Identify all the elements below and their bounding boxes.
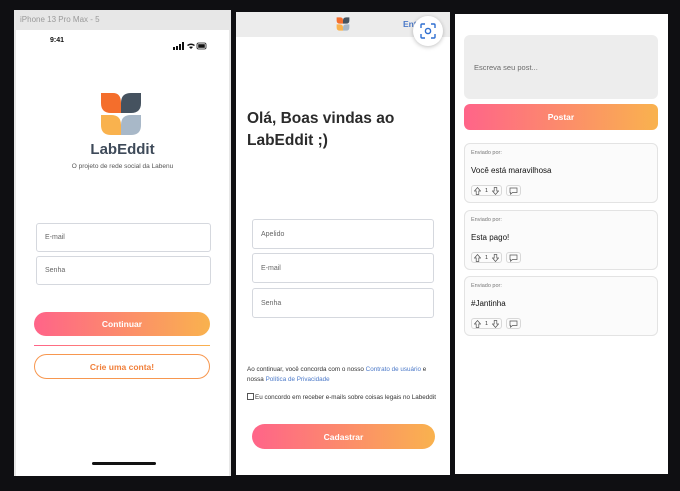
arrow-up-icon[interactable] [474,319,481,328]
consent-label: Eu concordo em receber e-mails sobre coi… [255,394,436,401]
arrow-up-icon[interactable] [474,186,481,195]
post-input[interactable]: Escreva seu post... [464,35,658,99]
scan-button[interactable] [413,16,443,46]
comment-icon [509,254,518,262]
post-actions: 1 [471,318,522,330]
login-screen: 9:41 LabEddit O projeto de rede social d… [16,30,229,476]
register-button[interactable]: Cadastrar [252,424,435,449]
post-content: #Jantinha [471,299,506,308]
login-frame: iPhone 13 Pro Max - 5 9:41 LabEddit O pr… [14,10,231,476]
post-card: Enviado por: #Jantinha 1 [464,276,658,336]
post-author: Enviado por: [471,283,502,289]
create-account-button[interactable]: Crie uma conta! [34,354,210,379]
comment-button[interactable] [506,252,522,263]
welcome-title: Olá, Boas vindas ao LabEddit ;) [247,110,395,149]
comment-button[interactable] [506,318,522,329]
device-label: iPhone 13 Pro Max - 5 [20,15,100,24]
post-card: Enviado por: Você está maravilhosa 1 [464,143,658,203]
tagline: O projeto de rede social da Labenu [71,163,174,170]
scan-icon [420,23,436,39]
email-field[interactable]: E-mail [36,223,211,252]
post-card: Enviado por: Esta pago! 1 [464,210,658,270]
brand-name: LabEddit [90,141,155,158]
vote-control: 1 [471,185,503,196]
signup-password-field[interactable]: Senha [252,288,434,318]
nickname-field[interactable]: Apelido [252,219,434,249]
continue-button[interactable]: Continuar [34,312,210,336]
post-actions: 1 [471,252,522,264]
status-icons [173,37,207,50]
post-actions: 1 [471,185,522,197]
terms-text: Ao continuar, você concorda com o nosso … [247,365,439,384]
vote-control: 1 [471,252,503,263]
signup-screen: Entrar Olá, Boas vindas ao LabEddit ;) A… [236,12,450,475]
vote-control: 1 [471,318,503,329]
vote-count: 1 [485,320,489,327]
terms-prefix: Ao continuar, você concorda com o nosso [247,366,366,373]
password-field[interactable]: Senha [36,256,211,285]
post-button[interactable]: Postar [464,104,658,130]
vote-count: 1 [485,254,489,261]
divider [34,345,210,346]
comment-button[interactable] [506,185,522,196]
header-logo [336,17,350,36]
post-author: Enviado por: [471,150,502,156]
post-author: Enviado por: [471,217,502,223]
signal-wifi-battery-icon [173,42,207,50]
status-time: 9:41 [50,37,65,44]
vote-count: 1 [485,187,489,194]
user-agreement-link[interactable]: Contrato de usuário [366,366,421,373]
labeddit-logo [99,93,143,135]
arrow-down-icon[interactable] [492,186,500,195]
arrow-down-icon[interactable] [492,319,500,328]
post-content: Esta pago! [471,233,510,242]
consent-checkbox[interactable] [247,393,254,400]
consent-row: Eu concordo em receber e-mails sobre coi… [247,393,439,403]
post-content: Você está maravilhosa [471,166,552,175]
arrow-up-icon[interactable] [474,253,481,262]
arrow-down-icon[interactable] [492,253,500,262]
privacy-policy-link[interactable]: Política de Privacidade [266,376,330,383]
home-indicator [92,462,156,465]
signup-email-field[interactable]: E-mail [252,253,434,283]
comment-icon [509,187,518,195]
feed-screen: Escreva seu post... Postar Enviado por: … [455,14,668,474]
comment-icon [509,320,518,328]
